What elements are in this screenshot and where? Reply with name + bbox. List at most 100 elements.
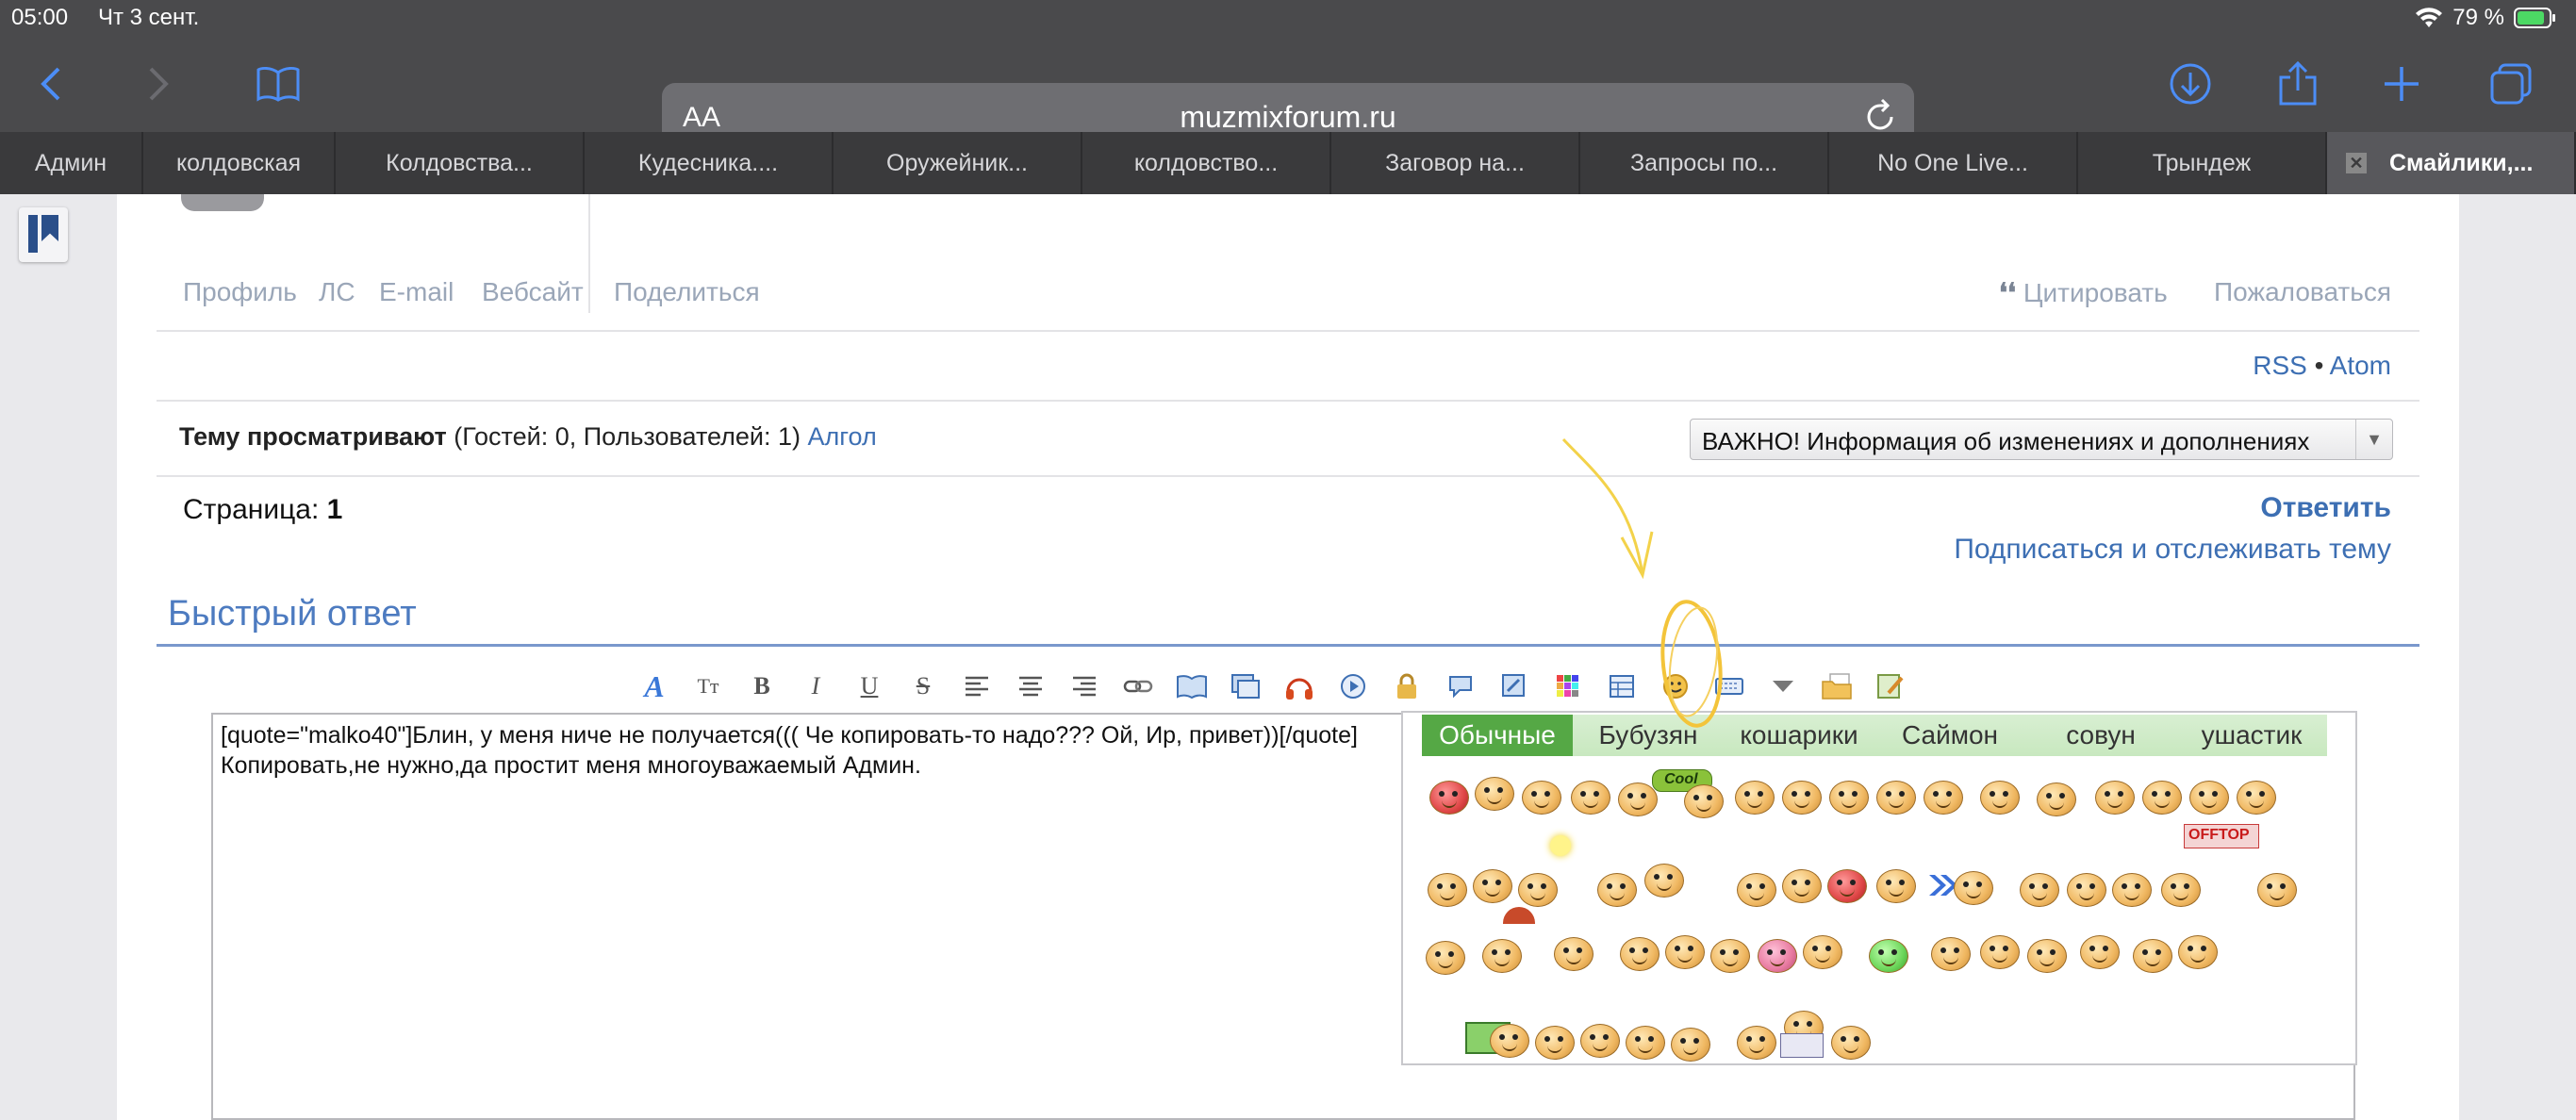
smiley-emoticon[interactable]	[2142, 781, 2182, 815]
viewer-user-link[interactable]: Алгол	[808, 422, 877, 451]
smiley-emoticon[interactable]	[1482, 939, 1522, 973]
smiley-emoticon[interactable]	[1554, 937, 1593, 971]
smiley-emoticon[interactable]	[1980, 935, 2020, 969]
smiley-emoticon[interactable]	[1644, 864, 1684, 898]
smiley-emoticon[interactable]	[1518, 873, 1558, 907]
tab-item[interactable]: Трындеж	[2078, 132, 2327, 194]
share-link[interactable]: Поделиться	[614, 277, 760, 307]
align-right-button[interactable]	[1062, 666, 1107, 707]
smiley-emoticon[interactable]	[1535, 1026, 1575, 1060]
smiley-emoticon[interactable]	[1597, 873, 1637, 907]
smiley-emoticon[interactable]	[1924, 781, 1963, 815]
tab-item[interactable]: Запросы по...	[1580, 132, 1829, 194]
tab-item[interactable]: колдовство...	[1082, 132, 1331, 194]
smiley-emoticon[interactable]	[1954, 871, 1993, 905]
bookmarks-button[interactable]	[251, 57, 305, 111]
back-button[interactable]	[25, 57, 79, 111]
more-dropdown-button[interactable]	[1760, 666, 1806, 707]
smiley-emoticon[interactable]	[1490, 1024, 1529, 1058]
smiley-emoticon[interactable]	[2237, 781, 2276, 815]
reply-button[interactable]: Ответить	[2260, 492, 2391, 524]
smiley-tab-regular[interactable]: Обычные	[1422, 715, 1573, 756]
smiley-emoticon[interactable]	[1428, 873, 1467, 907]
tab-item[interactable]: Кудесника....	[585, 132, 834, 194]
smiley-emoticon[interactable]	[2189, 781, 2229, 815]
downloads-button[interactable]	[2163, 57, 2218, 111]
strike-button[interactable]: S	[900, 666, 946, 707]
smiley-emoticon[interactable]	[1580, 1024, 1620, 1058]
bold-button[interactable]: B	[739, 666, 784, 707]
tab-item-active[interactable]: ✕ Смайлики,...	[2327, 132, 2576, 194]
link-button[interactable]	[1115, 666, 1161, 707]
smiley-emoticon[interactable]	[2095, 781, 2135, 815]
smiley-emoticon[interactable]	[1475, 777, 1514, 811]
tab-item[interactable]: Заговор на...	[1331, 132, 1580, 194]
smiley-tab-saimon[interactable]: Саймон	[1874, 715, 2025, 756]
smiley-emoticon[interactable]	[1620, 937, 1660, 971]
smiley-emoticon[interactable]	[1473, 869, 1512, 903]
smiley-emoticon[interactable]	[1782, 869, 1822, 903]
tab-item[interactable]: Оружейник...	[834, 132, 1082, 194]
font-button[interactable]: A	[632, 666, 677, 707]
smiley-emoticon[interactable]	[1758, 939, 1797, 973]
report-link[interactable]: Пожаловаться	[2214, 277, 2391, 307]
smiley-emoticon[interactable]	[1737, 873, 1776, 907]
align-left-button[interactable]	[954, 666, 999, 707]
smiley-emoticon[interactable]	[1931, 937, 1971, 971]
tab-item[interactable]: Колдовства...	[336, 132, 585, 194]
gallery-button[interactable]	[1223, 666, 1268, 707]
tab-item[interactable]: No One Live...	[1829, 132, 2078, 194]
smiley-emoticon[interactable]	[2178, 935, 2218, 969]
smiley-emoticon[interactable]	[1618, 782, 1658, 816]
smiley-emoticon[interactable]	[2080, 935, 2120, 969]
offtop-badge[interactable]: OFFTOP	[2184, 824, 2259, 848]
smiley-emoticon[interactable]	[2027, 939, 2067, 973]
smiley-emoticon[interactable]	[2133, 939, 2172, 973]
bookmark-widget[interactable]	[19, 207, 68, 262]
smiley-emoticon[interactable]	[1803, 935, 1842, 969]
smiley-emoticon[interactable]	[1665, 935, 1705, 969]
smiley-emoticon[interactable]	[1426, 941, 1465, 975]
forward-button[interactable]	[130, 57, 185, 111]
smiley-tab-kosharik[interactable]: кошарики	[1724, 715, 1874, 756]
smiley-emoticon[interactable]	[2020, 873, 2059, 907]
smiley-emoticon[interactable]	[2257, 873, 2297, 907]
smiley-emoticon[interactable]	[2067, 873, 2106, 907]
smiley-tab-sovun[interactable]: совун	[2025, 715, 2176, 756]
image-button[interactable]	[1169, 666, 1214, 707]
smiley-emoticon[interactable]	[1827, 869, 1867, 903]
edit-button[interactable]	[1492, 666, 1537, 707]
underline-button[interactable]: U	[847, 666, 892, 707]
forum-jump-select[interactable]: ВАЖНО! Информация об изменениях и дополн…	[1690, 419, 2393, 460]
tab-item[interactable]: Админ	[0, 132, 143, 194]
smiley-tab-ushastik[interactable]: ушастик	[2176, 715, 2327, 756]
smiley-emoticon[interactable]	[1876, 869, 1916, 903]
share-button[interactable]	[2271, 57, 2325, 111]
smiley-emoticon[interactable]	[1671, 1028, 1710, 1062]
hide-button[interactable]	[1384, 666, 1429, 707]
tabs-overview-button[interactable]	[2484, 57, 2538, 111]
italic-button[interactable]: I	[793, 666, 838, 707]
smiley-emoticon[interactable]	[1571, 781, 1610, 815]
smiley-emoticon[interactable]	[1869, 939, 1908, 973]
rss-link[interactable]: RSS	[2253, 351, 2307, 380]
audio-button[interactable]	[1277, 666, 1322, 707]
smiley-emoticon[interactable]	[2112, 873, 2152, 907]
pm-link[interactable]: ЛС	[319, 277, 355, 307]
align-center-button[interactable]	[1008, 666, 1053, 707]
spoiler-button[interactable]	[1438, 666, 1483, 707]
smiley-emoticon[interactable]	[1710, 939, 1750, 973]
smiley-emoticon[interactable]	[1735, 781, 1775, 815]
smiley-emoticon[interactable]	[1626, 1026, 1665, 1060]
tab-item[interactable]: колдовская	[143, 132, 336, 194]
subscribe-link[interactable]: Подписаться и отслеживать тему	[1954, 534, 2391, 566]
close-icon[interactable]: ✕	[2346, 153, 2367, 173]
new-tab-button[interactable]	[2374, 57, 2429, 111]
video-button[interactable]	[1330, 666, 1376, 707]
smiley-emoticon[interactable]	[1829, 781, 1869, 815]
smiley-emoticon[interactable]	[1782, 781, 1822, 815]
font-size-button[interactable]: Tт	[685, 666, 731, 707]
website-link[interactable]: Вебсайт	[482, 277, 584, 307]
smiley-emoticon[interactable]	[1831, 1026, 1871, 1060]
smiley-emoticon[interactable]	[1980, 781, 2020, 815]
